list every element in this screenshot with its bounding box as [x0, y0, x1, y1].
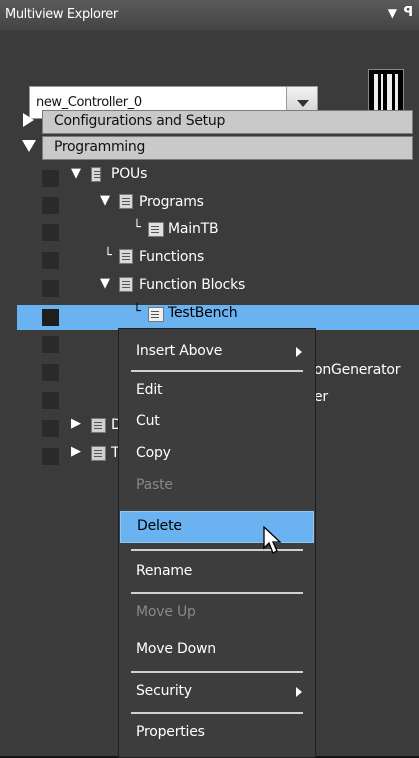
expand-arrow-icon[interactable]: ▶ — [71, 416, 81, 431]
menu-item-move-down[interactable]: Move Down — [120, 633, 312, 665]
menu-item-insert-above[interactable]: Insert Above — [120, 335, 312, 367]
menu-item-label: Security — [136, 683, 192, 699]
menu-item-label: Delete — [137, 518, 182, 534]
menu-item-copy[interactable]: Copy — [120, 437, 312, 469]
row-marker — [42, 336, 59, 353]
collapse-arrow-icon[interactable]: ▼ — [100, 276, 110, 291]
row-marker — [42, 364, 59, 381]
row-marker — [42, 224, 59, 241]
tree-item-pous[interactable]: POUs — [111, 166, 147, 182]
menu-separator — [131, 370, 303, 372]
tree-item-partial-er[interactable]: er — [314, 389, 328, 405]
tree-item-programs[interactable]: Programs — [139, 194, 204, 210]
tree-item-maintb[interactable]: MainTB — [168, 221, 219, 237]
row-marker — [42, 197, 59, 214]
menu-item-move-up: Move Up — [120, 596, 312, 628]
menu-item-cut[interactable]: Cut — [120, 405, 312, 437]
menu-item-label: Copy — [136, 445, 171, 461]
tree-connector-icon: └ — [133, 304, 141, 319]
controller-select-value: new_Controller_0 — [36, 95, 142, 110]
expand-arrow-icon[interactable] — [23, 113, 34, 127]
collapse-arrow-icon[interactable] — [22, 140, 36, 152]
tree-connector-icon: └ — [104, 248, 112, 263]
panel-title-bar: Multiview Explorer ▼ ꟼ — [0, 0, 419, 30]
row-marker — [42, 448, 59, 465]
menu-item-label: Move Down — [136, 641, 216, 657]
menu-item-paste: Paste — [120, 469, 312, 501]
programs-folder-icon — [119, 194, 133, 209]
function-block-icon — [148, 307, 164, 322]
menu-separator — [131, 592, 303, 594]
row-marker — [42, 170, 59, 187]
program-icon — [148, 222, 164, 237]
context-menu: Insert Above Edit Cut Copy Paste Delete … — [118, 328, 316, 758]
menu-item-label: Rename — [136, 563, 193, 579]
collapse-arrow-icon[interactable]: ▼ — [71, 166, 81, 181]
panel-title: Multiview Explorer — [5, 7, 118, 22]
section-label: Programming — [54, 139, 146, 155]
functions-folder-icon — [119, 249, 133, 264]
menu-item-edit[interactable]: Edit — [120, 374, 312, 406]
menu-item-security[interactable]: Security — [120, 675, 312, 707]
tree-connector-icon: └ — [133, 220, 141, 235]
pou-folder-icon — [91, 167, 102, 182]
menu-item-rename[interactable]: Rename — [120, 555, 312, 587]
menu-item-label: Insert Above — [136, 343, 223, 359]
menu-separator — [131, 671, 303, 673]
dropdown-arrow-icon[interactable]: ▼ — [388, 6, 397, 20]
mouse-cursor-icon — [263, 526, 282, 554]
row-marker — [42, 252, 59, 269]
row-marker — [42, 280, 59, 297]
section-label: Configurations and Setup — [54, 113, 226, 129]
tree-item-partial-generator[interactable]: onGenerator — [314, 362, 401, 378]
menu-item-label: Properties — [136, 724, 205, 740]
submenu-arrow-icon — [296, 347, 302, 357]
menu-item-label: Paste — [136, 477, 173, 493]
submenu-arrow-icon — [296, 687, 302, 697]
tasks-folder-icon — [91, 446, 106, 461]
tree-item-function-blocks[interactable]: Function Blocks — [139, 277, 245, 293]
tree-section-programming[interactable]: Programming — [42, 136, 413, 160]
collapse-arrow-icon[interactable]: ▼ — [100, 193, 110, 208]
data-folder-icon — [91, 418, 106, 433]
menu-item-label: Cut — [136, 413, 160, 429]
row-marker — [42, 392, 59, 409]
pin-icon[interactable]: ꟼ — [403, 5, 413, 20]
menu-item-label: Move Up — [136, 604, 196, 620]
menu-separator — [131, 712, 303, 714]
row-marker — [42, 420, 59, 437]
function-blocks-folder-icon — [119, 277, 133, 292]
tree-section-configurations[interactable]: Configurations and Setup — [42, 110, 413, 134]
menu-item-properties[interactable]: Properties — [120, 716, 312, 748]
tree-item-functions[interactable]: Functions — [139, 249, 204, 265]
tree-item-testbench[interactable]: TestBench — [168, 305, 238, 321]
row-marker — [42, 309, 59, 326]
expand-arrow-icon[interactable]: ▶ — [71, 444, 81, 459]
menu-item-label: Edit — [136, 382, 163, 398]
